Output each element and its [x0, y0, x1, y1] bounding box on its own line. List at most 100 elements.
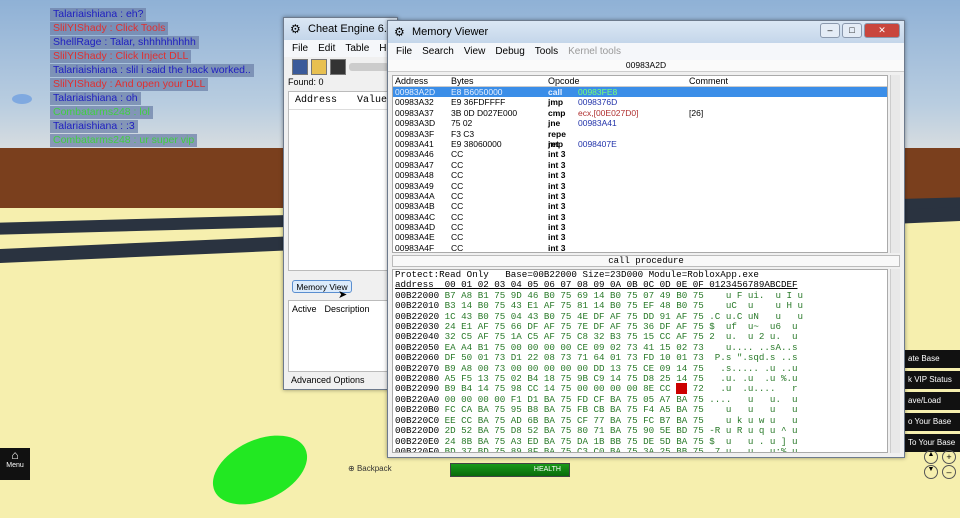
chat-message: Talariaishiana : slil i said the hack wo… [50, 64, 254, 77]
row-opcode: int 3 [548, 242, 566, 253]
menu-file[interactable]: File [292, 40, 308, 57]
row-opcode: int 3 [548, 211, 566, 222]
row-address: 00983A4C [395, 211, 436, 222]
hex-bytes: B3 14 B0 75 43 E1 AF 75 81 14 B0 75 EF 4… [444, 300, 710, 312]
menu-button[interactable]: ⌂ Menu [0, 448, 30, 480]
menu-edit[interactable]: Edit [318, 40, 335, 57]
game-menu-button[interactable]: ave/Load [905, 392, 960, 410]
game-menu-button[interactable]: k VIP Status [905, 371, 960, 389]
column-bytes[interactable]: Bytes [451, 76, 548, 86]
hex-bytes: 00 00 00 00 F1 D1 BA 75 FD CF BA 75 05 A… [444, 393, 710, 405]
chat-message: Combatarms248 : lol [50, 106, 153, 119]
row-operand: 0098376D [578, 97, 618, 108]
chat-message: SlilYIShady : Click Inject DLL [50, 50, 192, 63]
camera-down-button[interactable]: ▼ [924, 465, 938, 479]
chat-message: Talariaishiana : :3 [50, 120, 138, 133]
close-button[interactable]: ✕ [864, 23, 900, 38]
hex-address: 00B220A0 [395, 393, 445, 405]
disassembly-row[interactable]: 00983A4A CC int 3 [393, 191, 887, 201]
advanced-options-button[interactable]: Advanced Options [291, 375, 365, 385]
disassembly-row[interactable]: 00983A49 CC int 3 [393, 181, 887, 191]
menu-tools[interactable]: Tools [535, 43, 558, 60]
column-address[interactable]: Address [295, 95, 337, 106]
disassembly-row[interactable]: 00983A4D CC int 3 [393, 222, 887, 232]
disassembly-row[interactable]: 00983A46 CC int 3 [393, 149, 887, 159]
disassembly-row[interactable]: 00983A37 3B 0D D027E000 cmp ecx,[00E027D0] [… [393, 108, 887, 118]
hex-address: 00B22010 [395, 300, 445, 312]
disassembly-row[interactable]: 00983A4C CC int 3 [393, 212, 887, 222]
column-active[interactable]: Active [292, 304, 317, 314]
disassembler-scrollbar[interactable] [890, 75, 900, 253]
row-operand [578, 191, 689, 201]
disassembly-row[interactable]: 00983A3D 75 02 jne 00983A41 [393, 118, 887, 128]
hex-row[interactable]: 00B220F0 BD 37 BD 75 89 8F BA 75 C3 C0 B… [395, 446, 887, 452]
disassembler-view[interactable]: Address Bytes Opcode Comment 00983A2D E8 B60… [392, 75, 888, 253]
cheat-table[interactable]: Active Description [288, 300, 395, 372]
menu-view[interactable]: View [464, 43, 486, 60]
menu-file[interactable]: File [396, 43, 412, 60]
column-address[interactable]: Address [393, 76, 451, 86]
row-comment [689, 243, 769, 253]
found-list[interactable]: Address Value [288, 91, 393, 271]
row-bytes: CC [451, 242, 464, 253]
row-bytes: F3 C3 [451, 128, 475, 139]
hex-bytes: A5 F5 13 75 02 B4 18 75 9B C9 14 75 D8 2… [444, 373, 710, 385]
row-opcode: int 3 [548, 180, 566, 191]
maximize-button[interactable]: □ [842, 23, 862, 38]
disassembly-row[interactable]: 00983A41 E9 38060000 jmp 0098407E [393, 139, 887, 149]
row-comment [689, 118, 769, 128]
column-comment[interactable]: Comment [689, 76, 769, 86]
row-operand [578, 181, 689, 191]
row-address: 00983A41 [395, 138, 434, 149]
disassembly-row[interactable]: 00983A48 CC int 3 [393, 170, 887, 180]
selected-byte[interactable]: 8A [676, 383, 688, 395]
row-operand: 00983FE8 [578, 87, 618, 97]
menu-debug[interactable]: Debug [495, 43, 524, 60]
zoom-in-button[interactable]: + [942, 450, 956, 464]
column-value[interactable]: Value [357, 95, 387, 106]
disassembly-row[interactable]: 00983A32 E9 36FDFFFF jmp 0098376D [393, 97, 887, 107]
hex-address: 00B220B0 [395, 404, 445, 416]
backpack-button[interactable]: ⊕ Backpack [348, 464, 418, 477]
disassembly-row[interactable]: 00983A3F F3 C3 repe ret [393, 128, 887, 149]
hex-view[interactable]: Protect:Read Only Base=00B22000 Size=23D… [392, 269, 888, 453]
hex-address: 00B22070 [395, 362, 445, 374]
row-opcode: jne [548, 118, 561, 129]
camera-up-button[interactable]: ▲ [924, 450, 938, 464]
hex-scrollbar[interactable] [890, 269, 900, 453]
game-menu-button[interactable]: ate Base [905, 350, 960, 368]
row-comment [689, 160, 769, 170]
row-address: 00983A2D [395, 87, 436, 97]
hex-ascii: u u u u [709, 404, 798, 416]
column-description[interactable]: Description [325, 304, 370, 314]
menu-search[interactable]: Search [422, 43, 454, 60]
row-operand: 00983A41 [578, 118, 617, 129]
row-address: 00983A48 [395, 170, 434, 181]
hex-ascii: .u. .u .u %.u [709, 373, 798, 385]
health-bar: HEALTH [450, 463, 570, 477]
row-comment [689, 222, 769, 232]
hex-address: 00B22080 [395, 373, 445, 385]
row-address: 00983A37 [395, 107, 434, 118]
hex-ascii: P.s ".sqd.s ..s [709, 352, 798, 364]
game-menu-button[interactable]: o Your Base [905, 413, 960, 431]
disassembly-row[interactable]: 00983A2D E8 B6050000 call 00983FE8 [393, 87, 887, 98]
menu-table[interactable]: Table [345, 40, 369, 57]
disassembly-row[interactable]: 00983A47 CC int 3 [393, 160, 887, 170]
open-folder-icon[interactable] [311, 59, 327, 75]
column-opcode[interactable]: Opcode [548, 76, 689, 86]
row-opcode: cmp [548, 107, 566, 118]
hex-bytes: FC CA BA 75 95 B8 BA 75 FB CB BA 75 F4 A… [444, 404, 710, 416]
minimize-button[interactable]: – [820, 23, 840, 38]
hex-ascii: u k u w u u [709, 414, 798, 426]
row-address: 00983A32 [395, 97, 434, 108]
disassembly-row[interactable]: 00983A4E CC int 3 [393, 232, 887, 242]
row-opcode: jmp [548, 138, 564, 149]
disassembly-row[interactable]: 00983A4F CC int 3 [393, 243, 887, 253]
zoom-out-button[interactable]: – [942, 465, 956, 479]
disassembly-row[interactable]: 00983A4B CC int 3 [393, 201, 887, 211]
process-select-icon[interactable] [292, 59, 308, 75]
game-cloud [12, 94, 32, 104]
hex-address: 00B22030 [395, 321, 445, 333]
save-icon[interactable] [330, 59, 346, 75]
